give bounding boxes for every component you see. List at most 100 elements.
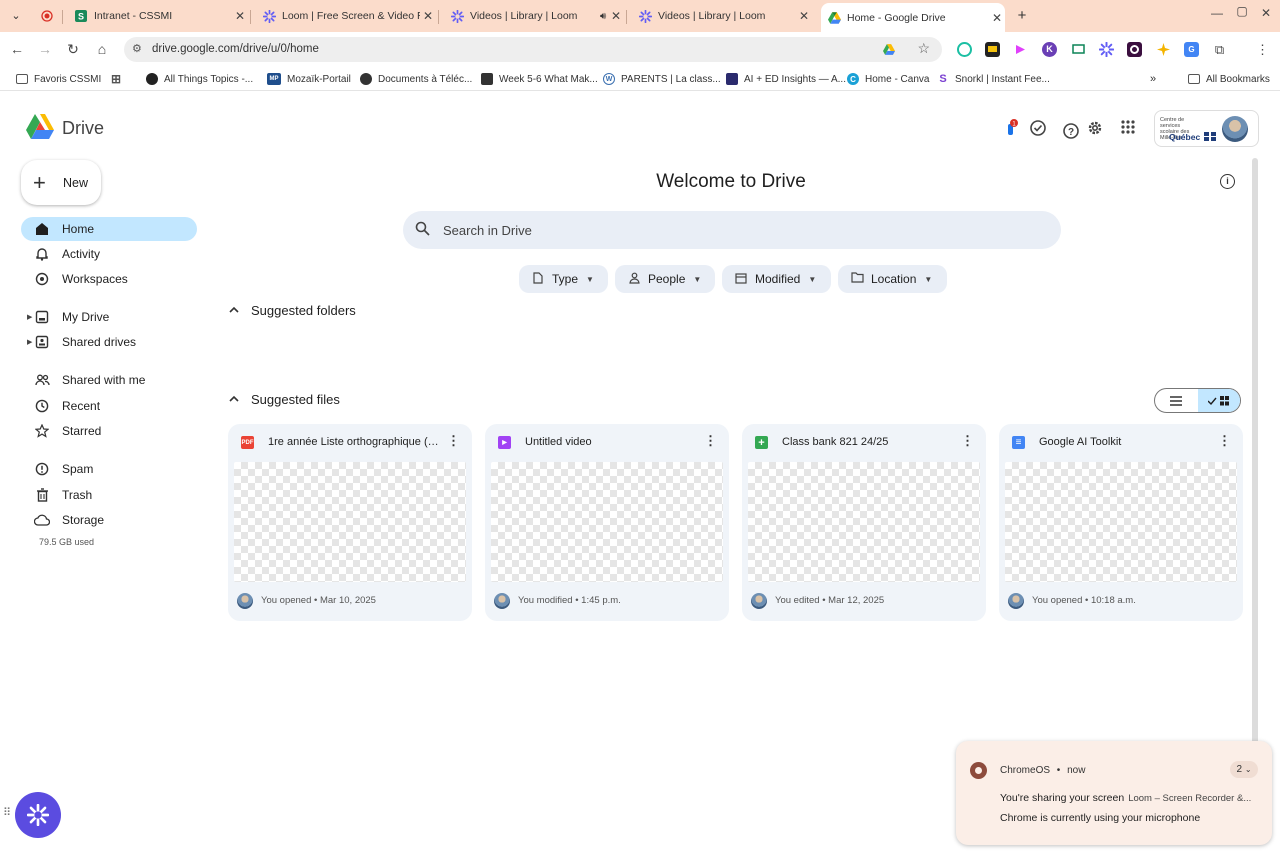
system-notification[interactable]: ChromeOS • now 2 ⌄ You're sharing your s… — [956, 741, 1272, 845]
file-thumbnail[interactable] — [748, 462, 980, 582]
bookmark-star-icon[interactable]: ☆ — [917, 40, 930, 57]
close-icon[interactable]: ✕ — [989, 11, 1005, 25]
list-view-icon[interactable] — [1155, 389, 1198, 412]
offline-ready-icon[interactable] — [1029, 119, 1047, 137]
filter-chip-modified[interactable]: Modified ▼ — [722, 265, 831, 293]
sidebar-item-spam[interactable]: Spam — [21, 457, 197, 481]
translate-icon[interactable]: G — [1184, 42, 1199, 57]
sidebar-item-recent[interactable]: Recent — [21, 394, 197, 418]
google-apps-icon[interactable] — [1119, 119, 1137, 137]
file-card[interactable]: ≡ Google AI Toolkit ⋮ You opened • 10:18… — [999, 424, 1243, 621]
extension-screen-icon[interactable] — [1071, 42, 1086, 57]
collapse-chevron-icon[interactable] — [229, 305, 241, 316]
bookmark-documents[interactable]: Documents à Téléc... — [360, 72, 472, 86]
reload-icon[interactable]: ↻ — [64, 40, 82, 58]
all-bookmarks[interactable]: All Bookmarks — [1188, 72, 1270, 86]
loom-record-button[interactable] — [15, 792, 61, 838]
file-thumbnail[interactable] — [1005, 462, 1237, 582]
browser-menu-icon[interactable]: ⋮ — [1255, 42, 1270, 57]
drag-handle-icon[interactable]: ⠿ — [3, 806, 11, 819]
home-icon[interactable]: ⌂ — [93, 40, 111, 58]
sidebar-item-shared-with-me[interactable]: Shared with me — [21, 368, 197, 392]
bookmark-mozaik[interactable]: MP Mozaïk-Portail — [267, 72, 351, 86]
view-toggle[interactable] — [1154, 388, 1241, 413]
bookmark-canva[interactable]: C Home - Canva — [847, 72, 929, 86]
sidebar-item-shared-drives[interactable]: ▶ Shared drives — [21, 330, 197, 354]
scrollbar[interactable] — [1252, 158, 1258, 833]
app-name[interactable]: Drive — [62, 118, 104, 139]
loom-icon[interactable] — [1098, 41, 1115, 58]
search-input[interactable] — [443, 222, 1003, 238]
address-bar[interactable]: ⚙︎ drive.google.com/drive/u/0/home ☆ — [124, 37, 942, 62]
tab-loom-free[interactable]: Loom | Free Screen & Video Re ✕ — [256, 4, 436, 28]
sidebar-item-trash[interactable]: Trash — [21, 483, 197, 507]
extension-cassette-icon[interactable] — [985, 42, 1000, 57]
gemini-notification-icon[interactable]: 1 — [1002, 119, 1020, 137]
filter-chip-people[interactable]: People ▼ — [615, 265, 715, 293]
sidebar-item-home[interactable]: Home — [21, 217, 197, 241]
file-card[interactable]: PDF 1re année Liste orthographique (m...… — [228, 424, 472, 621]
url-text[interactable]: drive.google.com/drive/u/0/home — [152, 43, 319, 55]
file-card[interactable]: + Class bank 821 24/25 ⋮ You edited • Ma… — [742, 424, 986, 621]
extensions-puzzle-icon[interactable]: ⧉ — [1212, 42, 1227, 57]
sidebar-item-storage[interactable]: Storage — [21, 508, 197, 532]
bookmark-favoris[interactable]: Favoris CSSMI — [16, 72, 101, 86]
search-icon[interactable] — [415, 221, 433, 239]
extension-q-icon[interactable] — [1127, 42, 1142, 57]
more-options-icon[interactable]: ⋮ — [1218, 434, 1231, 448]
suggested-folders-header[interactable]: Suggested folders — [229, 303, 356, 318]
sidebar-item-workspaces[interactable]: Workspaces — [21, 267, 197, 291]
help-icon[interactable]: ? — [1062, 122, 1080, 140]
google-drive-icon[interactable] — [883, 42, 898, 57]
tab-loom-library-2[interactable]: Videos | Library | Loom ✕ — [632, 4, 812, 28]
extension-k-icon[interactable]: K — [1042, 42, 1057, 57]
expand-caret-icon[interactable]: ▶ — [27, 313, 32, 321]
extension-video-icon[interactable] — [1013, 42, 1028, 57]
info-icon[interactable]: i — [1220, 174, 1235, 189]
site-settings-icon[interactable]: ⚙︎ — [132, 42, 142, 55]
search-bar[interactable] — [403, 211, 1061, 249]
sidebar-item-my-drive[interactable]: ▶ My Drive — [21, 305, 197, 329]
file-thumbnail[interactable] — [234, 462, 466, 582]
filter-chip-location[interactable]: Location ▼ — [838, 265, 947, 293]
bookmark-parents[interactable]: W PARENTS | La class... — [603, 72, 721, 86]
file-thumbnail[interactable] — [491, 462, 723, 582]
more-options-icon[interactable]: ⋮ — [447, 434, 460, 448]
tab-search-icon[interactable]: ⌄ — [6, 7, 26, 25]
sidebar-item-starred[interactable]: Starred — [21, 419, 197, 443]
expand-caret-icon[interactable]: ▶ — [27, 338, 32, 346]
tab-google-drive[interactable]: Home - Google Drive ✕ — [821, 3, 1005, 32]
bookmarks-overflow-icon[interactable]: » — [1150, 72, 1156, 86]
minimize-icon[interactable]: — — [1208, 6, 1226, 20]
bookmark-snorkl[interactable]: S Snorkl | Instant Fee... — [937, 72, 1050, 86]
tab-recording[interactable] — [34, 4, 60, 28]
collapse-chevron-icon[interactable] — [229, 394, 241, 405]
tab-loom-library-1[interactable]: Videos | Library | Loom 🔊︎ ✕ — [444, 4, 624, 28]
avatar[interactable] — [1222, 116, 1248, 142]
extension-teal-icon[interactable] — [957, 42, 972, 57]
close-icon[interactable]: ✕ — [608, 9, 624, 23]
close-icon[interactable]: ✕ — [420, 9, 436, 23]
close-icon[interactable]: ✕ — [232, 9, 248, 23]
suggested-files-header[interactable]: Suggested files — [229, 392, 340, 407]
notification-count-badge[interactable]: 2 ⌄ — [1230, 761, 1258, 778]
filter-chip-type[interactable]: Type ▼ — [519, 265, 608, 293]
speaker-icon[interactable]: 🔊︎ — [600, 11, 608, 22]
back-icon[interactable]: ← — [8, 40, 26, 58]
close-window-icon[interactable]: ✕ — [1257, 6, 1275, 20]
forward-icon[interactable]: → — [36, 40, 54, 58]
file-card[interactable]: ▶ Untitled video ⋮ You modified • 1:45 p… — [485, 424, 729, 621]
tab-intranet[interactable]: S Intranet - CSSMI ✕ — [68, 4, 248, 28]
grid-view-icon[interactable] — [1197, 389, 1240, 412]
sidebar-item-activity[interactable]: Activity — [21, 242, 197, 266]
more-options-icon[interactable]: ⋮ — [704, 434, 717, 448]
bookmark-ai-ed[interactable]: AI + ED Insights — A... — [726, 72, 846, 86]
restore-icon[interactable]: ▢ — [1233, 4, 1251, 18]
google-drive-logo-icon[interactable] — [26, 114, 54, 139]
bookmark-all-things-topics[interactable]: All Things Topics -... — [146, 72, 253, 86]
settings-gear-icon[interactable] — [1086, 119, 1104, 137]
close-icon[interactable]: ✕ — [796, 9, 812, 23]
extension-sparkle-icon[interactable] — [1156, 42, 1171, 57]
bookmark-week-5-6[interactable]: Week 5-6 What Mak... — [481, 72, 598, 86]
bookmark-apps[interactable]: ⊞ — [110, 72, 128, 86]
